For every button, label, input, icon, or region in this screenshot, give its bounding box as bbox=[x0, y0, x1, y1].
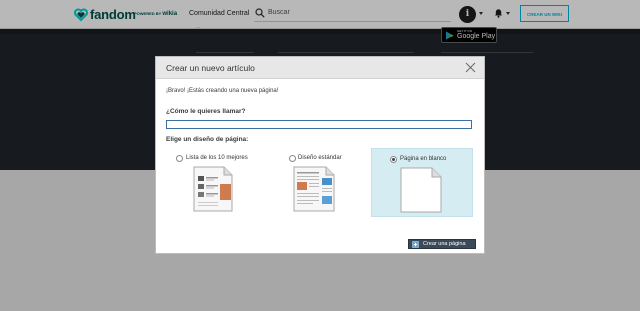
layout-radio-blank[interactable] bbox=[390, 156, 397, 163]
standard-layout-icon bbox=[293, 166, 335, 212]
article-name-label: ¿Cómo le quieres llamar? bbox=[166, 108, 246, 115]
top10-layout-icon bbox=[193, 166, 233, 212]
modal-header: Crear un nuevo artículo bbox=[156, 57, 484, 79]
layout-option-standard[interactable]: Diseño estándar bbox=[272, 148, 374, 217]
create-page-label: Crear una página bbox=[423, 241, 466, 247]
layout-radio-top10[interactable] bbox=[176, 155, 183, 162]
blank-page-icon bbox=[400, 167, 442, 213]
modal-title: Crear un nuevo artículo bbox=[166, 63, 255, 73]
create-article-modal: Crear un nuevo artículo ¡Bravo! ¡Estás c… bbox=[155, 56, 485, 254]
close-icon[interactable] bbox=[465, 62, 476, 73]
new-page-icon bbox=[412, 241, 419, 248]
layout-label-standard: Diseño estándar bbox=[298, 155, 342, 161]
create-page-button[interactable]: Crear una página bbox=[408, 239, 476, 249]
intro-text: ¡Bravo! ¡Estás creando una nueva página! bbox=[166, 88, 279, 94]
layout-label-top10: Lista de los 10 mejores bbox=[186, 155, 248, 161]
layout-label-blank: Página en blanco bbox=[400, 156, 447, 162]
layout-label: Elige un diseño de página: bbox=[166, 136, 249, 143]
layout-radio-standard[interactable] bbox=[289, 155, 296, 162]
article-name-input[interactable] bbox=[166, 120, 472, 129]
layout-option-top10[interactable]: Lista de los 10 mejores bbox=[170, 148, 272, 217]
layout-option-blank[interactable]: Página en blanco bbox=[371, 148, 473, 217]
